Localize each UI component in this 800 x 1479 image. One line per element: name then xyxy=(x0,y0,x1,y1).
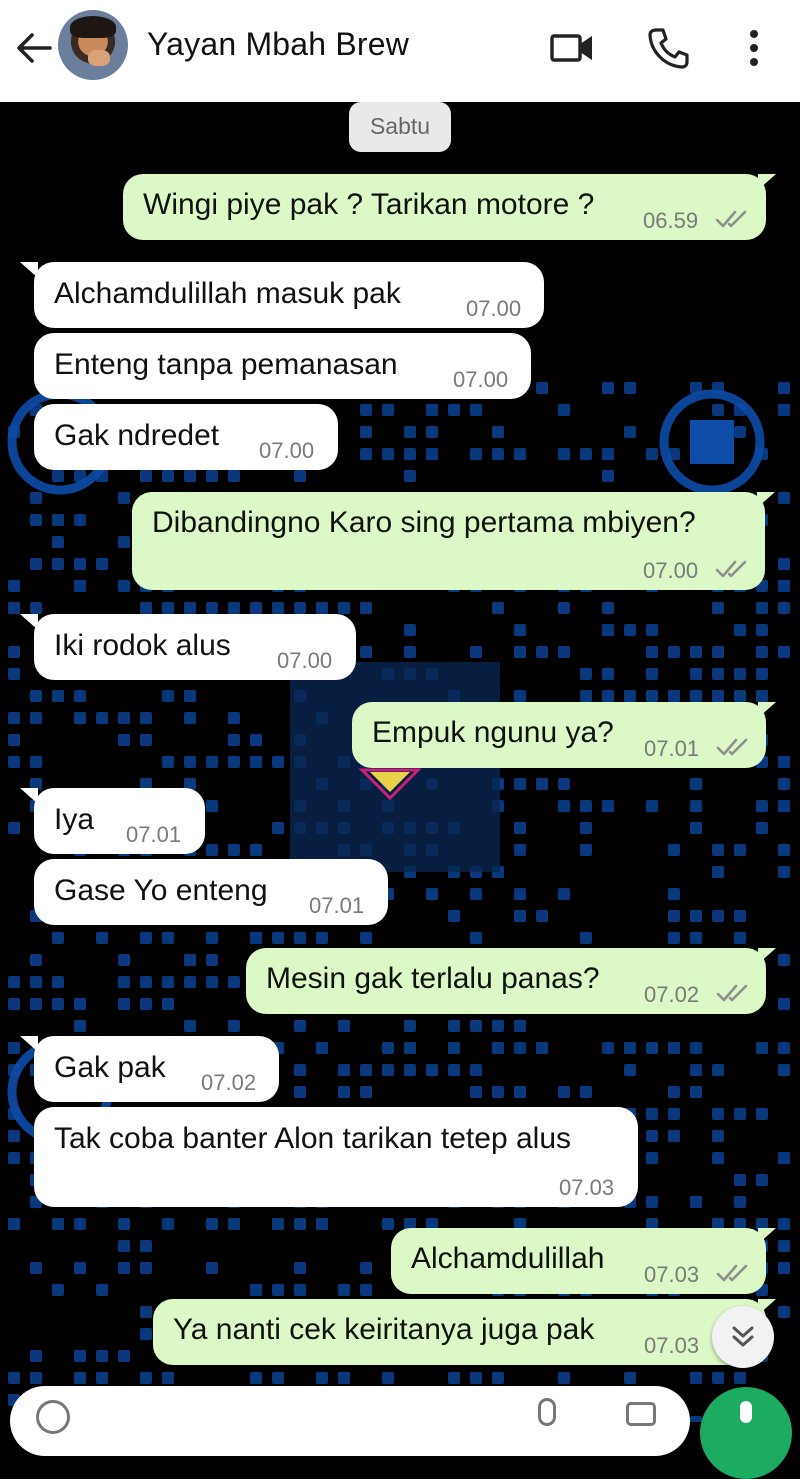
message-time: 07.00 xyxy=(277,648,333,673)
chat-header: Yayan Mbah Brew xyxy=(0,0,800,102)
message-text: Mesin gak terlalu panas? xyxy=(266,962,600,995)
message-bubble-incoming[interactable]: Iya 07.01 xyxy=(34,788,205,854)
message-text: Ya nanti cek keiritanya juga pak xyxy=(173,1313,595,1346)
date-chip: Sabtu xyxy=(349,102,451,152)
message-text: Gak ndredet xyxy=(54,419,220,452)
message-bubble-incoming[interactable]: Iki rodok alus 07.00 xyxy=(34,614,356,680)
message-bubble-outgoing[interactable]: Wingi piye pak ? Tarikan motore ? 06.59 xyxy=(123,174,766,240)
mic-icon xyxy=(740,1401,752,1423)
bubble-tail xyxy=(758,1228,776,1244)
message-time: 07.01 xyxy=(644,736,700,761)
message-bubble-incoming[interactable]: Alchamdulillah masuk pak 07.00 xyxy=(34,262,544,328)
message-bubble-incoming[interactable]: Gase Yo enteng 07.01 xyxy=(34,859,388,925)
voice-record-button[interactable] xyxy=(700,1387,792,1479)
message-time: 07.01 xyxy=(309,893,365,918)
message-text: Alchamdulillah masuk pak xyxy=(54,277,401,310)
bubble-tail xyxy=(758,702,776,718)
read-ticks-icon xyxy=(716,1264,748,1282)
message-time: 07.03 xyxy=(644,1262,700,1287)
message-time: 07.03 xyxy=(644,1333,700,1358)
bubble-tail xyxy=(757,492,775,508)
message-bubble-outgoing[interactable]: Alchamdulillah 07.03 xyxy=(391,1228,766,1294)
read-ticks-icon xyxy=(715,210,747,228)
message-time: 07.02 xyxy=(201,1070,257,1095)
message-time: 07.02 xyxy=(644,982,700,1007)
message-text: Alchamdulillah xyxy=(411,1242,605,1275)
bubble-tail xyxy=(20,788,38,804)
message-bubble-outgoing[interactable]: Mesin gak terlalu panas? 07.02 xyxy=(246,948,766,1014)
read-ticks-icon xyxy=(716,984,748,1002)
message-bubble-incoming[interactable]: Enteng tanpa pemanasan 07.00 xyxy=(34,333,531,399)
message-bubble-incoming[interactable]: Gak pak 07.02 xyxy=(34,1036,279,1102)
message-bubble-outgoing[interactable]: Empuk ngunu ya? 07.01 xyxy=(352,702,766,768)
bubble-tail xyxy=(758,174,776,190)
message-text: Wingi piye pak ? Tarikan motore ? xyxy=(143,188,595,221)
bubble-tail xyxy=(758,948,776,964)
message-text: Dibandingno Karo sing pertama mbiyen? xyxy=(152,506,696,539)
message-bubble-incoming[interactable]: Gak ndredet 07.00 xyxy=(34,404,338,470)
message-bubble-outgoing[interactable]: Ya nanti cek keiritanya juga pak 07.03 xyxy=(153,1299,766,1365)
bubble-tail xyxy=(20,1036,38,1052)
read-ticks-icon xyxy=(715,560,747,578)
message-input-bar[interactable] xyxy=(10,1386,690,1456)
message-text: Gase Yo enteng xyxy=(54,874,268,907)
contact-avatar[interactable] xyxy=(58,10,128,80)
message-text: Tak coba banter Alon tarikan tetep alus xyxy=(54,1122,572,1155)
contact-name[interactable]: Yayan Mbah Brew xyxy=(147,26,409,63)
double-chevron-down-icon xyxy=(732,1326,754,1347)
bubble-tail xyxy=(20,262,38,278)
chat-area[interactable]: Sabtu Wingi piye pak ? Tarikan motore ? … xyxy=(0,102,800,1422)
camera-icon[interactable] xyxy=(626,1402,656,1426)
message-time: 07.03 xyxy=(559,1175,615,1200)
message-time: 07.00 xyxy=(466,296,522,321)
message-text: Iya xyxy=(54,803,95,836)
more-options-icon[interactable] xyxy=(730,24,778,72)
message-bubble-outgoing[interactable]: Dibandingno Karo sing pertama mbiyen? 07… xyxy=(132,492,765,590)
message-text: Gak pak xyxy=(54,1051,166,1084)
message-time: 07.00 xyxy=(643,558,699,583)
message-bubble-incoming[interactable]: Tak coba banter Alon tarikan tetep alus … xyxy=(34,1107,638,1207)
message-time: 06.59 xyxy=(643,208,699,233)
message-time: 07.00 xyxy=(259,438,315,463)
message-time: 07.01 xyxy=(126,822,182,847)
read-ticks-icon xyxy=(716,738,748,756)
back-arrow-icon[interactable] xyxy=(14,28,54,68)
message-text: Iki rodok alus xyxy=(54,629,231,662)
message-text: Enteng tanpa pemanasan xyxy=(54,348,398,381)
phone-call-icon[interactable] xyxy=(644,24,692,72)
bubble-tail xyxy=(20,614,38,630)
message-text: Empuk ngunu ya? xyxy=(372,716,614,749)
video-call-icon[interactable] xyxy=(548,24,596,72)
message-time: 07.00 xyxy=(453,367,509,392)
emoji-icon[interactable] xyxy=(36,1400,70,1434)
scroll-to-bottom-button[interactable] xyxy=(712,1306,774,1368)
